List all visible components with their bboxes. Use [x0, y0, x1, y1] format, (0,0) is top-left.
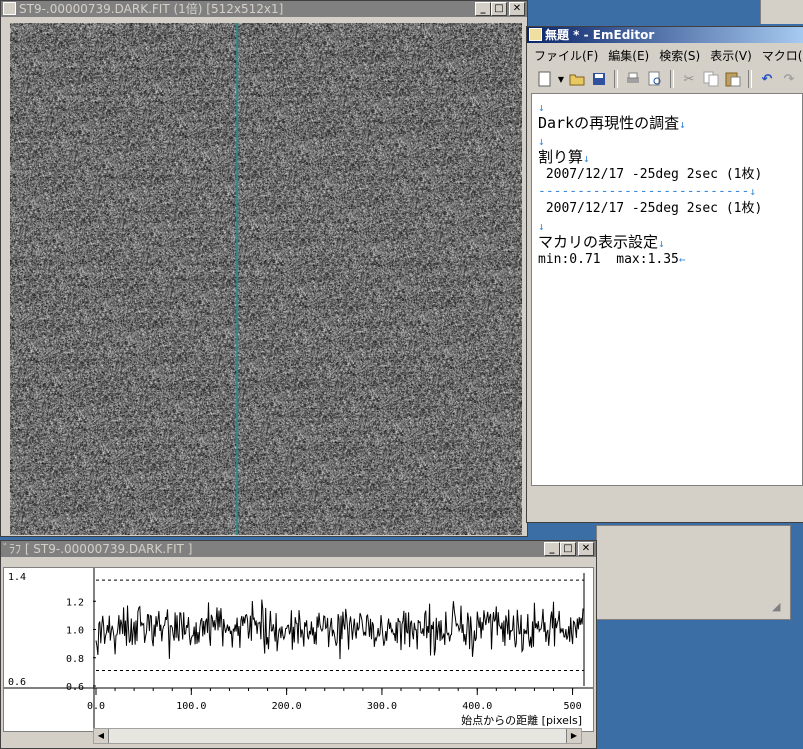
editor-line: ---------------------------↓	[538, 184, 756, 199]
y-tick-label: 1.0	[66, 626, 84, 637]
editor-line: ↓	[538, 217, 796, 234]
menu-edit[interactable]: 編集(E)	[603, 45, 654, 63]
x-tick-label: 100.0	[176, 701, 206, 712]
x-tick-label: 0.0	[87, 701, 105, 712]
minimize-button[interactable]: _	[475, 2, 491, 16]
graph-window-title: ﾞﾗﾌ [ ST9-.00000739.DARK.FIT ]	[3, 542, 193, 556]
editor-line: Darkの再現性の調査↓	[538, 114, 686, 132]
graph-maximize-button[interactable]: □	[560, 542, 576, 556]
background-window-fragment	[596, 525, 791, 620]
profile-chart: 1.21.00.80.61.40.60.0 100.0 200.0 300.0 400.…	[4, 568, 593, 729]
profile-series-line	[95, 599, 584, 660]
y-tick-label: 1.2	[66, 597, 84, 608]
image-window-titlebar[interactable]: ST9-.00000739.DARK.FIT (1倍) [512x512x1] …	[1, 1, 527, 17]
menu-file[interactable]: ファイル(F)	[529, 45, 603, 63]
app-icon	[3, 2, 16, 15]
redo-icon[interactable]: ↷	[779, 69, 799, 89]
new-file-icon[interactable]	[535, 69, 555, 89]
newline-mark: ↓	[679, 118, 686, 131]
x-tick-label: 400.0	[462, 701, 492, 712]
resize-grip-icon[interactable]: ◢	[772, 600, 786, 614]
toolbar-separator-2	[670, 70, 674, 88]
editor-line: min:0.71 max:1.35←	[538, 252, 686, 267]
editor-line: ↓	[538, 98, 796, 115]
dropdown-icon[interactable]: ▼	[557, 69, 565, 89]
newline-mark: ↓	[538, 101, 545, 114]
editor-window-titlebar[interactable]: 無題 * - EmEditor	[527, 27, 803, 43]
menu-macro[interactable]: マクロ(M)	[757, 45, 803, 63]
image-window[interactable]: ST9-.00000739.DARK.FIT (1倍) [512x512x1] …	[0, 0, 528, 537]
graph-close-button[interactable]: ✕	[578, 542, 594, 556]
editor-window[interactable]: 無題 * - EmEditor ファイル(F) 編集(E) 検索(S) 表示(V…	[526, 26, 803, 523]
toolbar-separator	[614, 70, 618, 88]
newline-mark: ↓	[538, 220, 545, 233]
graph-plot-area[interactable]: 1.2 1.0 0.8 0.6 1.4 0.6 0.0 100.0 200.0 300.0 400.…	[3, 567, 594, 732]
print-icon[interactable]	[623, 69, 643, 89]
editor-line: 2007/12/17 -25deg 2sec (1枚)	[538, 167, 763, 182]
menu-search[interactable]: 検索(S)	[654, 45, 705, 63]
cut-icon[interactable]: ✂	[679, 69, 699, 89]
editor-line: マカリの表示設定↓	[538, 233, 665, 251]
scroll-right-button[interactable]: ▶	[566, 729, 581, 743]
editor-line: 割り算↓	[538, 148, 590, 166]
scale-bottom-label: 0.6	[8, 677, 26, 688]
maximize-button[interactable]: □	[491, 2, 507, 16]
eof-mark: ←	[678, 253, 686, 266]
x-axis-label: 始点からの距離 [pixels]	[461, 713, 582, 727]
editor-text-area[interactable]: ↓ Darkの再現性の調査↓ ↓ 割り算↓ 2007/12/17 -25deg …	[531, 93, 803, 486]
copy-icon[interactable]	[701, 69, 721, 89]
editor-line: ↓	[538, 132, 796, 149]
newline-mark: ↓	[749, 185, 756, 198]
background-window-top	[760, 0, 803, 24]
scale-top-label: 1.4	[8, 572, 26, 583]
close-button[interactable]: ✕	[509, 2, 525, 16]
dark-frame-image[interactable]	[10, 23, 522, 535]
paste-icon[interactable]	[723, 69, 743, 89]
editor-window-title: 無題 * - EmEditor	[545, 28, 655, 42]
menu-view[interactable]: 表示(V)	[705, 45, 757, 63]
y-tick-label: 0.8	[66, 654, 84, 665]
graph-window-titlebar[interactable]: ﾞﾗﾌ [ ST9-.00000739.DARK.FIT ] _ □ ✕	[1, 541, 596, 557]
save-icon[interactable]	[589, 69, 609, 89]
image-window-title: ST9-.00000739.DARK.FIT (1倍) [512x512x1]	[19, 2, 284, 16]
editor-app-icon	[529, 28, 542, 41]
x-tick-label: 200.0	[272, 701, 302, 712]
editor-menubar: ファイル(F) 編集(E) 検索(S) 表示(V) マクロ(M)	[529, 45, 803, 63]
open-folder-icon[interactable]	[567, 69, 587, 89]
undo-icon[interactable]: ↶	[757, 69, 777, 89]
graph-minimize-button[interactable]: _	[544, 542, 560, 556]
y-tick-label: 0.6	[66, 682, 84, 693]
graph-horizontal-scrollbar[interactable]: ◀ ▶	[93, 728, 582, 744]
newline-mark: ↓	[538, 135, 545, 148]
newline-mark: ↓	[583, 152, 590, 165]
editor-toolbar: ▼ ✂ ↶ ↷	[529, 67, 803, 91]
scroll-left-button[interactable]: ◀	[94, 729, 109, 743]
newline-mark: ↓	[658, 237, 665, 250]
toolbar-separator-3	[748, 70, 752, 88]
x-tick-label: 300.0	[367, 701, 397, 712]
print-preview-icon[interactable]	[645, 69, 665, 89]
x-tick-label: 500	[564, 701, 582, 712]
graph-window[interactable]: ﾞﾗﾌ [ ST9-.00000739.DARK.FIT ] _ □ ✕ 1.2…	[0, 540, 597, 749]
editor-line: 2007/12/17 -25deg 2sec (1枚)	[538, 201, 763, 216]
